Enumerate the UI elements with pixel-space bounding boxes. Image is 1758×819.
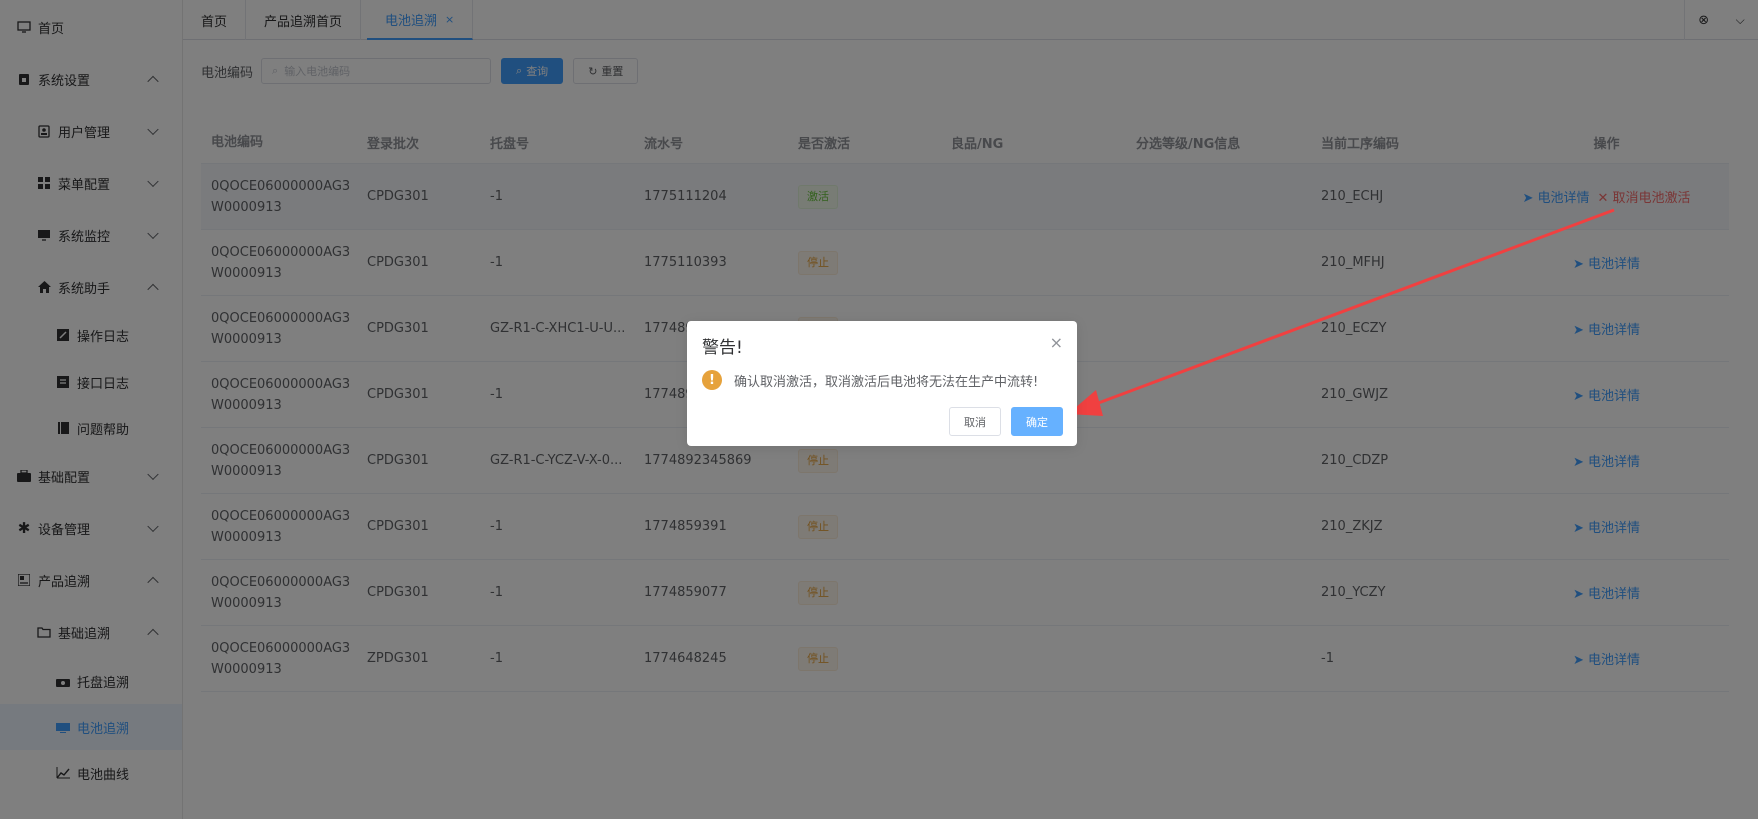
dialog-message: 确认取消激活，取消激活后电池将无法在生产中流转! [734, 374, 1039, 390]
confirm-button[interactable]: 确定 [1011, 407, 1063, 436]
dialog-title: 警告! [702, 338, 743, 358]
close-icon[interactable]: × [1050, 333, 1063, 352]
dialog-buttons: 取消 确定 [939, 407, 1063, 436]
cancel-button[interactable]: 取消 [949, 407, 1001, 436]
warning-icon: ! [702, 370, 722, 390]
dialog-body: ! 确认取消激活，取消激活后电池将无法在生产中流转! [702, 370, 1038, 390]
warning-dialog: 警告! × ! 确认取消激活，取消激活后电池将无法在生产中流转! 取消 确定 [687, 321, 1077, 446]
